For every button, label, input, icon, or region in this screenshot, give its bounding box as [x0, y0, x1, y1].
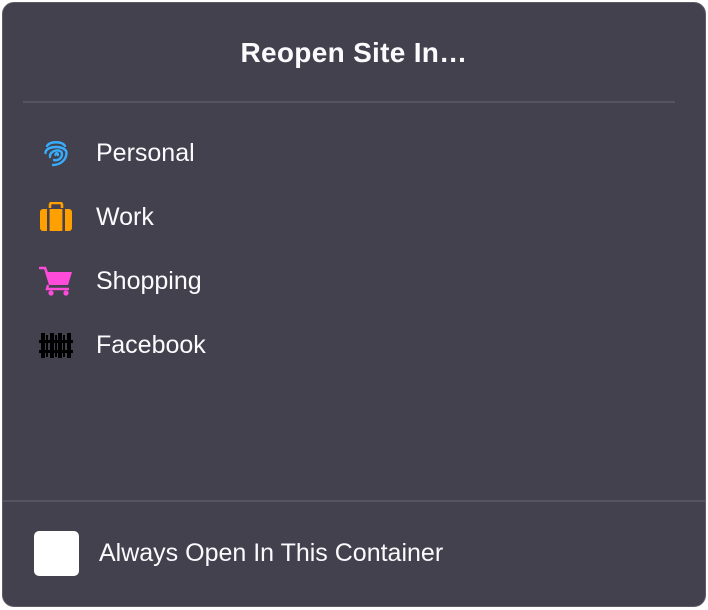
fence-icon	[39, 329, 73, 361]
footer: Always Open In This Container	[3, 502, 705, 606]
briefcase-icon	[39, 201, 73, 233]
title-divider	[23, 101, 675, 103]
container-item-personal[interactable]: Personal	[3, 121, 705, 185]
always-open-checkbox[interactable]	[34, 531, 79, 576]
container-item-facebook[interactable]: Facebook	[3, 313, 705, 377]
container-list: Personal Work Shopping Facebook	[3, 121, 705, 377]
panel-title: Reopen Site In…	[240, 37, 468, 68]
container-label-work: Work	[96, 203, 154, 231]
container-item-shopping[interactable]: Shopping	[3, 249, 705, 313]
container-label-facebook: Facebook	[96, 331, 206, 359]
cart-icon	[39, 265, 73, 297]
container-label-shopping: Shopping	[96, 267, 202, 295]
container-item-work[interactable]: Work	[3, 185, 705, 249]
container-label-personal: Personal	[96, 139, 195, 167]
reopen-site-panel: Reopen Site In… Personal Work Shopping F…	[2, 2, 706, 607]
fingerprint-icon	[39, 137, 73, 169]
always-open-label[interactable]: Always Open In This Container	[99, 538, 443, 568]
